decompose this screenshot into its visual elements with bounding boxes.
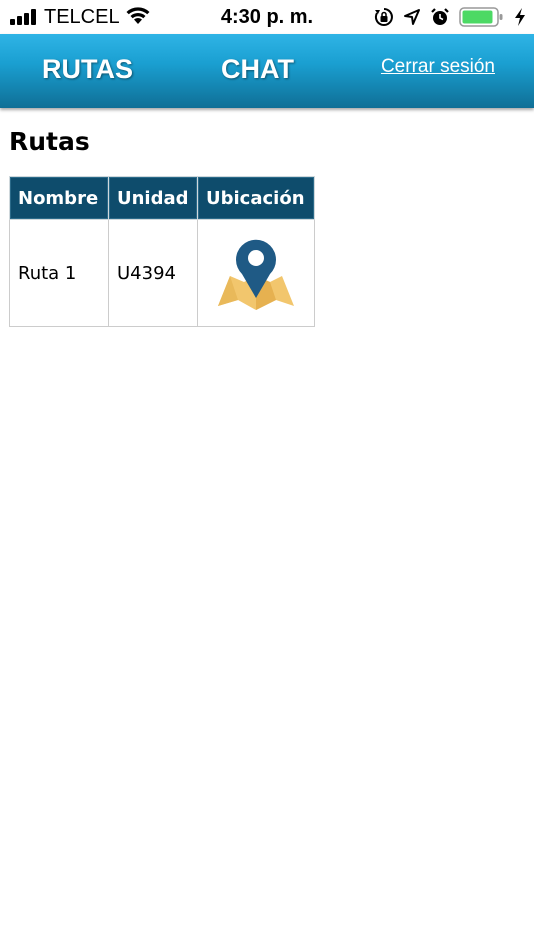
orientation-lock-icon: [374, 8, 393, 26]
battery-icon: [459, 7, 503, 27]
cell-ubicacion: [197, 219, 315, 327]
table-row: Ruta 1 U4394: [9, 219, 315, 327]
charging-bolt-icon: [515, 8, 525, 26]
routes-table: Nombre Unidad Ubicación Ruta 1 U4394: [9, 176, 315, 327]
table-header-row: Nombre Unidad Ubicación: [9, 176, 315, 220]
top-nav-bar: RUTAS CHAT Cerrar sesión: [0, 34, 534, 108]
column-header-unidad: Unidad: [108, 176, 198, 220]
column-header-ubicacion: Ubicación: [197, 176, 315, 220]
cell-nombre: Ruta 1: [9, 219, 109, 327]
status-bar: TELCEL 4:30 p. m.: [0, 0, 534, 34]
location-arrow-icon: [404, 9, 420, 25]
logout-link[interactable]: Cerrar sesión: [381, 56, 495, 78]
map-pin-icon[interactable]: [214, 232, 298, 314]
nav-chat-link[interactable]: CHAT: [221, 54, 294, 85]
cell-unidad: U4394: [108, 219, 198, 327]
alarm-icon: [431, 8, 449, 25]
status-right-icons: [374, 5, 526, 29]
nav-rutas-link[interactable]: RUTAS: [42, 54, 133, 85]
column-header-nombre: Nombre: [9, 176, 109, 220]
page-title: Rutas: [9, 127, 90, 156]
